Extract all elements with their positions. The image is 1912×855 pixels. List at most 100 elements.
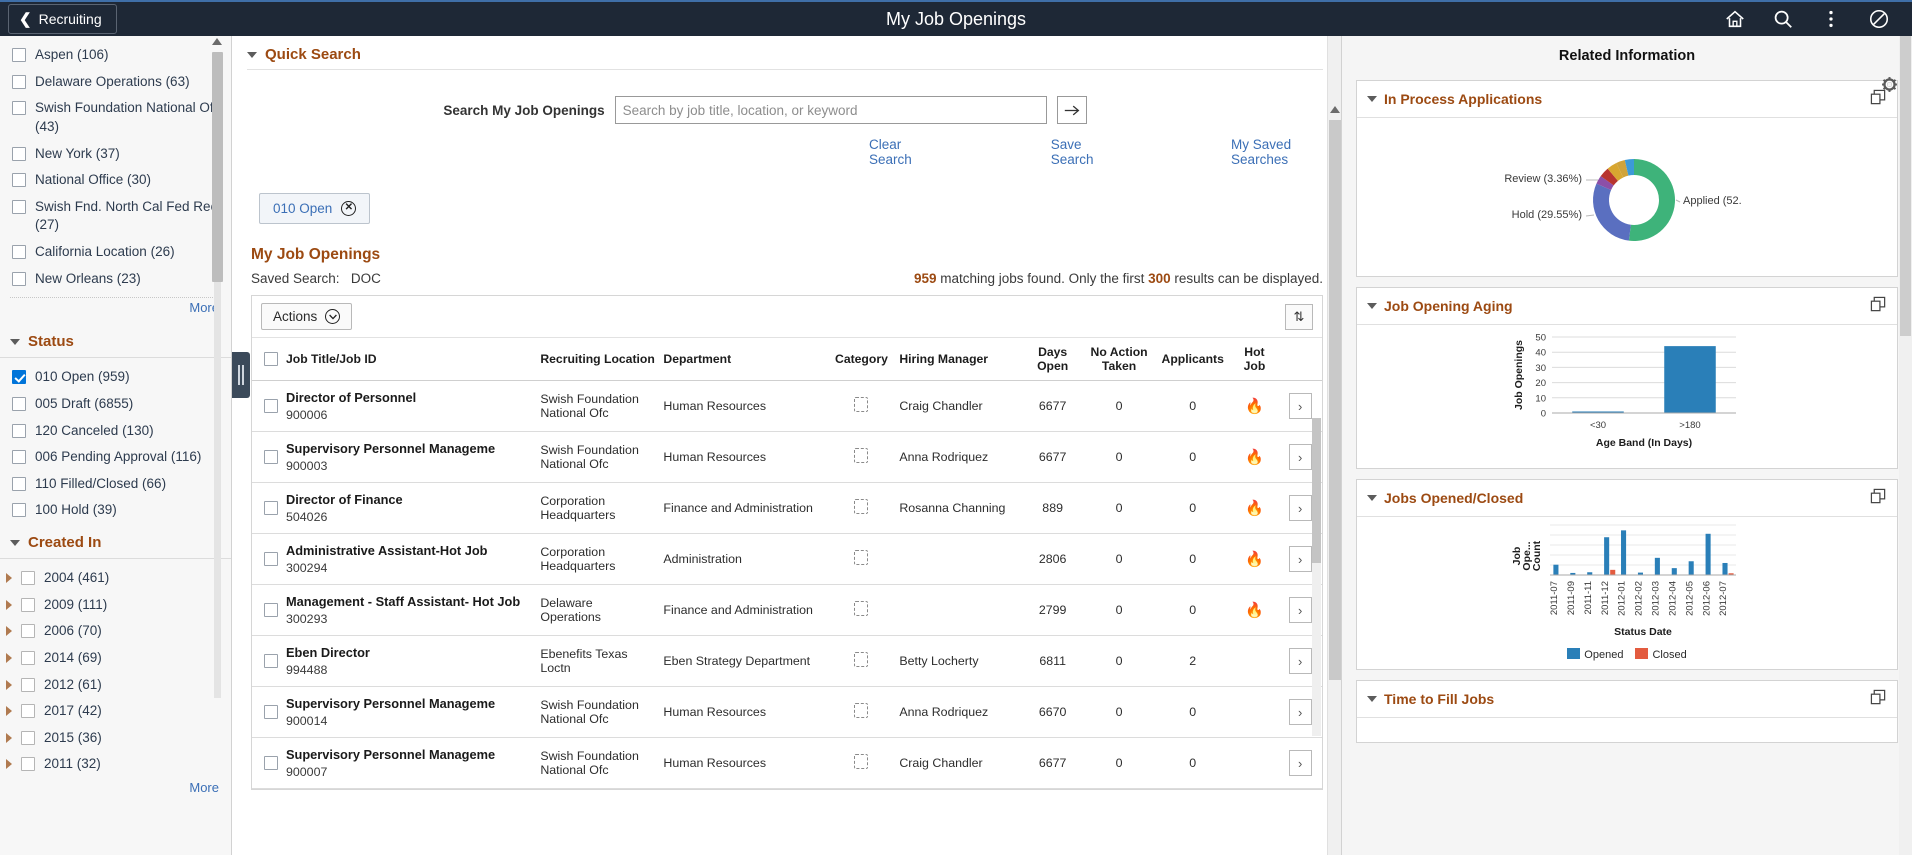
chevron-right-icon[interactable] [6,680,12,690]
sort-button[interactable]: ⇅ [1285,304,1313,330]
row-detail-button[interactable]: › [1289,495,1312,521]
nav-bar-icon[interactable] [1868,8,1890,30]
location-facet-checkbox[interactable] [12,75,26,89]
table-row[interactable]: Supervisory Personnel Manageme900007Swis… [252,738,1322,789]
row-select-checkbox[interactable] [264,501,278,515]
row-detail-button[interactable]: › [1289,750,1312,776]
col-category[interactable]: Category [828,338,896,381]
table-row[interactable]: Eben Director994488Ebenefits Texas Loctn… [252,636,1322,687]
location-facet-checkbox[interactable] [12,48,26,62]
col-applicants[interactable]: Applicants [1155,338,1231,381]
chevron-right-icon[interactable] [6,706,12,716]
gear-icon[interactable] [1881,76,1898,93]
facet-panel-scrollbar[interactable] [212,38,223,698]
col-no-action-taken[interactable]: No Action Taken [1083,338,1154,381]
created-in-facet-header[interactable]: Created In [0,524,231,559]
select-all-checkbox[interactable] [264,352,278,366]
row-select-checkbox[interactable] [264,603,278,617]
expand-icon[interactable] [1870,689,1887,709]
panel-collapse-handle[interactable] [232,352,250,398]
quick-search-link-0[interactable]: Clear Search [869,137,941,167]
status-facet-item[interactable]: 120 Canceled (130) [0,418,231,445]
row-detail-button[interactable]: › [1289,699,1312,725]
created-in-facet-checkbox[interactable] [21,598,35,612]
col-department[interactable]: Department [659,338,827,381]
table-row[interactable]: Administrative Assistant-Hot Job300294Co… [252,534,1322,585]
created-in-facet-item[interactable]: 2009 (111) [0,592,231,619]
status-facet-item[interactable]: 110 Filled/Closed (66) [0,471,231,498]
col-hiring-manager[interactable]: Hiring Manager [895,338,1022,381]
col-recruiting-location[interactable]: Recruiting Location [536,338,659,381]
chevron-right-icon[interactable] [6,626,12,636]
created-in-facet-item[interactable]: 2006 (70) [0,618,231,645]
right-panel-scrollbar[interactable] [1899,36,1912,855]
created-in-facet-item[interactable]: 2014 (69) [0,645,231,672]
status-facet-checkbox[interactable] [12,477,26,491]
table-row[interactable]: Supervisory Personnel Manageme900003Swis… [252,432,1322,483]
right-scrollbar-thumb[interactable] [1900,36,1911,336]
location-facet-checkbox[interactable] [12,245,26,259]
main-scrollbar-thumb[interactable] [1329,120,1341,680]
location-facet-item[interactable]: Aspen (106) [0,42,231,69]
created-in-facet-item[interactable]: 2004 (461) [0,565,231,592]
tile-header[interactable]: Jobs Opened/Closed [1357,480,1897,517]
created-in-facet-checkbox[interactable] [21,704,35,718]
scroll-up-arrow-icon[interactable] [212,38,222,45]
quick-search-link-2[interactable]: My Saved Searches [1231,137,1341,167]
remove-filter-icon[interactable]: ✕ [341,201,356,216]
location-facet-checkbox[interactable] [12,173,26,187]
grid-scrollbar[interactable] [1312,418,1321,736]
row-select-checkbox[interactable] [264,756,278,770]
created-more-link[interactable]: More [189,780,219,795]
quick-search-header[interactable]: Quick Search [233,36,1341,69]
table-row[interactable]: Supervisory Personnel Manageme900014Swis… [252,687,1322,738]
table-row[interactable]: Management - Staff Assistant- Hot Job300… [252,585,1322,636]
actions-button[interactable]: Actions [261,303,352,330]
expand-icon[interactable] [1870,296,1887,316]
created-in-facet-checkbox[interactable] [21,571,35,585]
chevron-right-icon[interactable] [6,733,12,743]
status-facet-item[interactable]: 010 Open (959) [0,364,231,391]
location-facet-item[interactable]: New Orleans (23) [0,266,231,293]
status-facet-checkbox[interactable] [12,424,26,438]
back-to-recruiting-button[interactable]: ❮ Recruiting [8,4,117,34]
row-select-checkbox[interactable] [264,552,278,566]
created-in-facet-checkbox[interactable] [21,678,35,692]
tile-header[interactable]: Job Opening Aging [1357,288,1897,325]
location-facet-checkbox[interactable] [12,272,26,286]
created-in-facet-checkbox[interactable] [21,624,35,638]
actions-menu-icon[interactable] [1820,8,1842,30]
status-facet-checkbox[interactable] [12,503,26,517]
table-row[interactable]: Director of Personnel900006Swish Foundat… [252,381,1322,432]
chevron-right-icon[interactable] [6,600,12,610]
row-detail-button[interactable]: › [1289,597,1312,623]
created-in-facet-checkbox[interactable] [21,757,35,771]
status-facet-item[interactable]: 005 Draft (6855) [0,391,231,418]
row-select-checkbox[interactable] [264,399,278,413]
expand-icon[interactable] [1870,488,1887,508]
created-in-facet-item[interactable]: 2012 (61) [0,672,231,699]
created-in-facet-item[interactable]: 2015 (36) [0,725,231,752]
row-detail-button[interactable]: › [1289,444,1312,470]
home-icon[interactable] [1724,8,1746,30]
status-facet-checkbox[interactable] [12,370,26,384]
tile-header[interactable]: In Process Applications [1357,81,1897,118]
location-facet-item[interactable]: Delaware Operations (63) [0,69,231,96]
status-facet-item[interactable]: 100 Hold (39) [0,497,231,524]
location-facet-item[interactable]: Swish Fnd. North Cal Fed Rec (27) [0,194,231,239]
table-row[interactable]: Director of Finance504026Corporation Hea… [252,483,1322,534]
search-icon[interactable] [1772,8,1794,30]
location-facet-item[interactable]: Swish Foundation National Ofc (43) [0,95,231,140]
status-facet-item[interactable]: 006 Pending Approval (116) [0,444,231,471]
status-facet-checkbox[interactable] [12,450,26,464]
col-days-open[interactable]: Days Open [1022,338,1083,381]
row-select-checkbox[interactable] [264,450,278,464]
location-facet-checkbox[interactable] [12,101,26,115]
chevron-right-icon[interactable] [6,653,12,663]
row-select-checkbox[interactable] [264,654,278,668]
row-select-checkbox[interactable] [264,705,278,719]
col-hot-job[interactable]: Hot Job [1231,338,1279,381]
col-job-title[interactable]: Job Title/Job ID [282,338,536,381]
created-in-facet-item[interactable]: 2017 (42) [0,698,231,725]
row-detail-button[interactable]: › [1289,393,1312,419]
